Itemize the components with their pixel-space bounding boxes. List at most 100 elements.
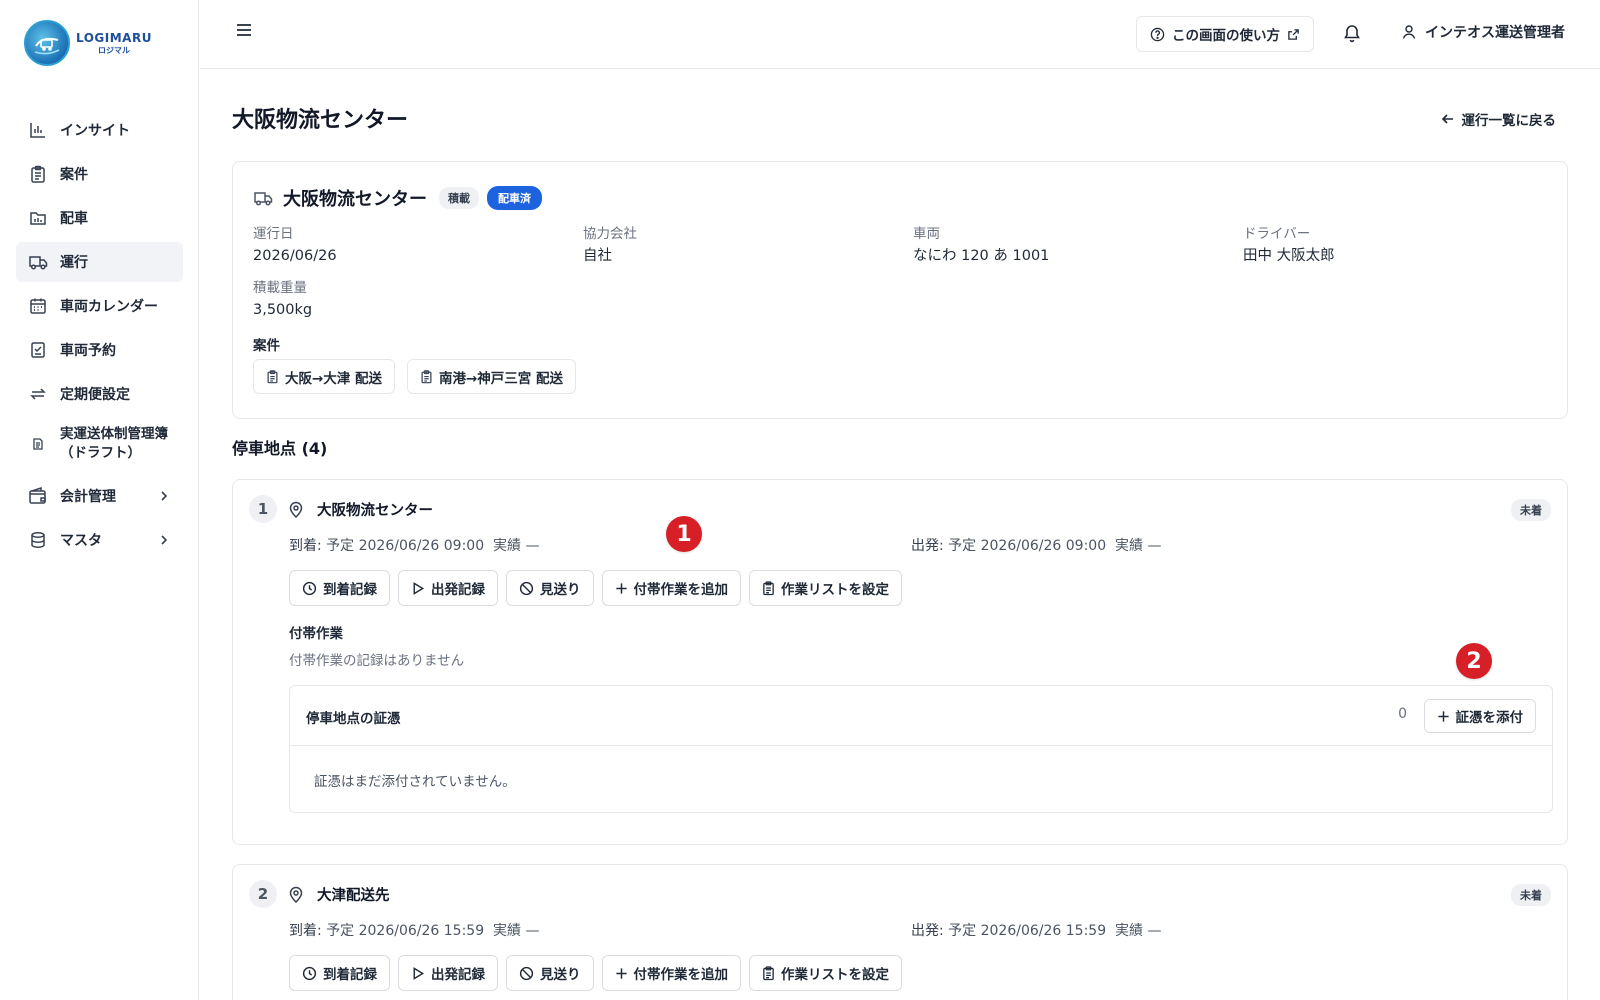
field-value: なにわ 120 あ 1001 [913, 248, 1050, 264]
stop-card: 1 大阪物流センター 未着 到着: 予定 2026/06/26 09:00 実績… [232, 479, 1568, 845]
field-label: 協力会社 [583, 226, 637, 242]
button-label: 到着記録 [323, 967, 377, 983]
user-menu[interactable]: インテオス運送管理者 [1401, 22, 1565, 42]
stop-status-badge: 未着 [1511, 499, 1551, 521]
question-circle-icon [1150, 27, 1165, 42]
case-chip[interactable]: 南港→神戸三宮 配送 [407, 359, 577, 394]
arrival-label: 到着: [289, 538, 322, 554]
clipboard-icon [28, 164, 48, 184]
skip-button[interactable]: 見送り [506, 955, 594, 991]
check-doc-icon [28, 340, 48, 360]
record-arrival-button[interactable]: 到着記録 [289, 570, 390, 606]
stop-status-badge: 未着 [1511, 884, 1551, 906]
sidebar-item-vehicle-reservation[interactable]: 車両予約 [16, 330, 183, 370]
evidence-count: 0 [1398, 706, 1407, 722]
add-ancillary-work-button[interactable]: 付帯作業を追加 [601, 955, 741, 991]
button-label: 見送り [540, 582, 581, 598]
truck-icon [28, 252, 48, 272]
departure-label: 出発: [911, 923, 944, 939]
field-weight: 積載重量 3,500kg [253, 279, 312, 321]
sidebar-item-operations[interactable]: 運行 [16, 242, 183, 282]
sidebar-item-label: 車両カレンダー [60, 299, 158, 315]
sidebar-item-label: 案件 [60, 167, 88, 183]
sidebar-item-dispatch[interactable]: 配車 [16, 198, 183, 238]
bell-icon[interactable] [1343, 23, 1361, 43]
arrival-planned: 予定 2026/06/26 15:59 [326, 923, 485, 939]
set-work-list-button[interactable]: 作業リストを設定 [749, 955, 902, 991]
stop-actions: 到着記録 出発記録 見送り 付帯作業を追加 作業リストを設定 [289, 955, 902, 991]
field-value: 自社 [583, 248, 612, 264]
sidebar-item-label: 実運送体制管理簿 （ドラフト） [60, 426, 168, 461]
back-to-list-link[interactable]: 運行一覧に戻る [1441, 109, 1557, 129]
skip-button[interactable]: 見送り [506, 570, 594, 606]
annotation-marker: 2 [1456, 643, 1492, 679]
button-label: 作業リストを設定 [781, 582, 889, 598]
clipboard-icon [420, 369, 433, 384]
play-icon [411, 966, 425, 981]
evidence-empty: 証憑はまだ添付されていません。 [314, 774, 516, 790]
sidebar-item-cases[interactable]: 案件 [16, 154, 183, 194]
sidebar-item-label: 車両予約 [60, 343, 116, 359]
clock-icon [302, 581, 317, 596]
field-label: 車両 [913, 226, 940, 242]
case-chip[interactable]: 大阪→大津 配送 [253, 359, 396, 394]
button-label: 到着記録 [323, 582, 377, 598]
sidebar-item-master[interactable]: マスタ [16, 520, 183, 560]
field-value: 田中 大阪太郎 [1243, 248, 1335, 264]
logo[interactable]: LOGIMARU ロジマル [24, 20, 152, 66]
field-value: 2026/06/26 [253, 248, 337, 264]
field-date: 運行日 2026/06/26 [253, 225, 337, 267]
help-button[interactable]: この画面の使い方 [1136, 16, 1314, 52]
stop-name: 大阪物流センター [317, 503, 433, 519]
field-label: 運行日 [253, 226, 294, 242]
record-departure-button[interactable]: 出発記録 [398, 570, 498, 606]
ancillary-work-empty: 付帯作業の記録はありません [289, 653, 465, 669]
logo-subtext: ロジマル [97, 45, 130, 55]
set-work-list-button[interactable]: 作業リストを設定 [749, 570, 902, 606]
document-icon [28, 434, 48, 454]
stop-number: 2 [249, 880, 277, 908]
user-icon [1401, 24, 1417, 40]
cases-label: 案件 [253, 338, 280, 354]
sidebar-item-insight[interactable]: インサイト [16, 110, 183, 150]
ban-icon [519, 966, 534, 981]
topbar: この画面の使い方 インテオス運送管理者 [200, 0, 1600, 69]
button-label: 出発記録 [431, 582, 485, 598]
field-label: ドライバー [1243, 226, 1311, 242]
departure-actual: 実績 — [1115, 923, 1162, 939]
map-pin-icon [288, 885, 304, 903]
record-departure-button[interactable]: 出発記録 [398, 955, 498, 991]
calendar-icon [28, 296, 48, 316]
ancillary-work-title: 付帯作業 [289, 626, 343, 642]
repeat-icon [28, 384, 48, 404]
plus-icon [615, 582, 628, 595]
arrival-planned: 予定 2026/06/26 09:00 [326, 538, 485, 554]
arrow-left-icon [1441, 112, 1455, 126]
sidebar-item-vehicle-calendar[interactable]: 車両カレンダー [16, 286, 183, 326]
departure-actual: 実績 — [1115, 538, 1162, 554]
play-icon [411, 581, 425, 596]
sidebar-item-accounting[interactable]: 会計管理 [16, 476, 183, 516]
bar-chart-icon [28, 120, 48, 140]
plus-icon [1437, 710, 1450, 723]
button-label: 付帯作業を追加 [633, 967, 729, 983]
sidebar-item-transport-register[interactable]: 実運送体制管理簿 （ドラフト） [16, 418, 183, 470]
arrival-actual: 実績 — [493, 538, 540, 554]
stop-card: 2 大津配送先 未着 到着: 予定 2026/06/26 15:59 実績 — … [232, 864, 1568, 1000]
operation-summary-card: 大阪物流センター 積載 配車済 運行日 2026/06/26 協力会社 自社 車… [232, 161, 1568, 419]
sidebar-item-regular-service[interactable]: 定期便設定 [16, 374, 183, 414]
hamburger-menu-icon[interactable] [235, 22, 253, 38]
add-ancillary-work-button[interactable]: 付帯作業を追加 [601, 570, 741, 606]
sidebar-item-label: 配車 [60, 211, 88, 227]
departure-label: 出発: [911, 538, 944, 554]
attach-evidence-button[interactable]: 証憑を添付 [1423, 699, 1536, 733]
chevron-right-icon [159, 534, 169, 546]
record-arrival-button[interactable]: 到着記録 [289, 955, 390, 991]
back-label: 運行一覧に戻る [1461, 113, 1557, 129]
chevron-right-icon [159, 490, 169, 502]
external-link-icon [1287, 28, 1300, 41]
sidebar-item-label: 運行 [60, 255, 88, 271]
sidebar-nav: インサイト 案件 配車 運行 車両カレンダー 車両予約 定期便設定 実運送体制管… [16, 110, 183, 564]
case-label: 大阪→大津 配送 [285, 370, 383, 387]
database-icon [28, 530, 48, 550]
